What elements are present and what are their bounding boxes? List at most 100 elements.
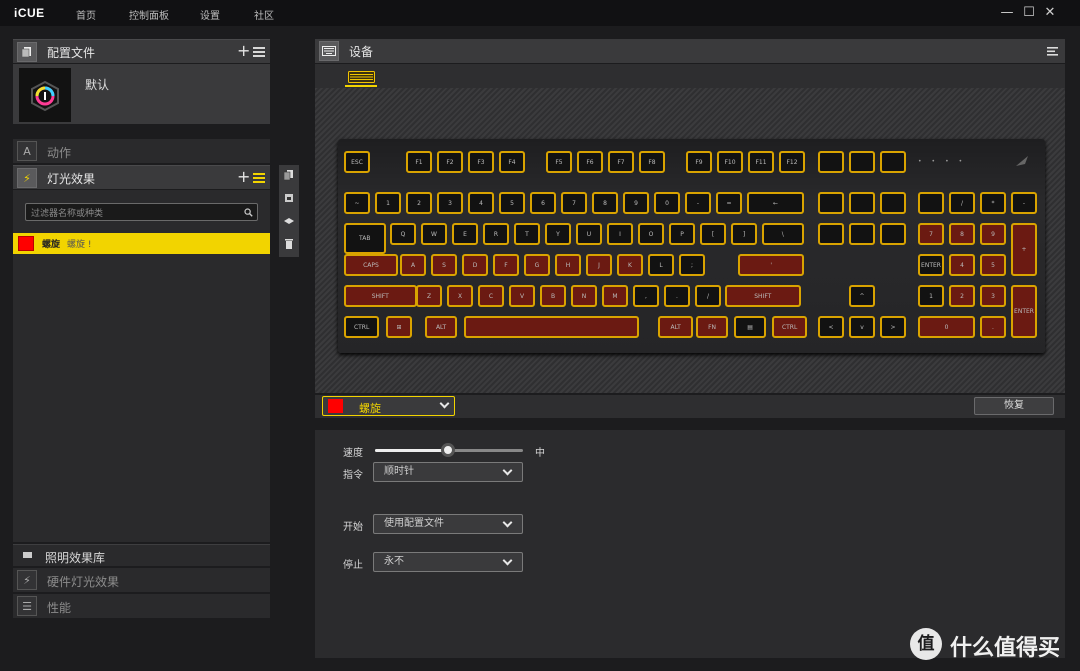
key[interactable]: N: [571, 285, 597, 307]
key[interactable]: X: [447, 285, 473, 307]
key[interactable]: F5: [546, 151, 572, 173]
key[interactable]: [880, 151, 906, 173]
key[interactable]: >: [880, 316, 906, 338]
close-button[interactable]: ✕: [1041, 4, 1059, 22]
key[interactable]: \: [762, 223, 804, 245]
key[interactable]: G: [524, 254, 550, 276]
key[interactable]: F12: [779, 151, 805, 173]
nav-home[interactable]: 首页: [76, 7, 96, 22]
key[interactable]: SHIFT: [725, 285, 801, 307]
key[interactable]: F: [493, 254, 519, 276]
key[interactable]: 8: [949, 223, 975, 245]
key[interactable]: Q: [390, 223, 416, 245]
key[interactable]: +: [1011, 223, 1037, 276]
key[interactable]: ESC: [344, 151, 370, 173]
key[interactable]: [: [700, 223, 726, 245]
key[interactable]: CTRL: [344, 316, 380, 338]
key[interactable]: 2: [406, 192, 432, 214]
key[interactable]: A: [400, 254, 426, 276]
lighting-menu-icon[interactable]: [253, 173, 265, 183]
key[interactable]: 8: [592, 192, 618, 214]
key[interactable]: 4: [468, 192, 494, 214]
start-dropdown[interactable]: 使用配置文件: [373, 514, 523, 534]
key[interactable]: ~: [344, 192, 370, 214]
key[interactable]: [818, 223, 844, 245]
key[interactable]: H: [555, 254, 581, 276]
add-effect-button[interactable]: +: [237, 169, 250, 185]
key[interactable]: -: [1011, 192, 1037, 214]
key[interactable]: L: [648, 254, 674, 276]
key[interactable]: ALT: [658, 316, 694, 338]
key[interactable]: F4: [499, 151, 525, 173]
key[interactable]: C: [478, 285, 504, 307]
key[interactable]: ALT: [425, 316, 458, 338]
key[interactable]: CAPS: [344, 254, 398, 276]
key[interactable]: ENTER: [1011, 285, 1037, 338]
key[interactable]: O: [638, 223, 664, 245]
maximize-button[interactable]: ☐: [1020, 4, 1038, 22]
key[interactable]: v: [849, 316, 875, 338]
key[interactable]: .: [664, 285, 690, 307]
key[interactable]: 0: [654, 192, 680, 214]
key[interactable]: D: [462, 254, 488, 276]
key[interactable]: F9: [686, 151, 712, 173]
key[interactable]: B: [540, 285, 566, 307]
minimize-button[interactable]: —: [998, 4, 1016, 22]
key[interactable]: F3: [468, 151, 494, 173]
key[interactable]: 3: [437, 192, 463, 214]
key[interactable]: ENTER: [918, 254, 944, 276]
key[interactable]: ←: [747, 192, 804, 214]
key[interactable]: Y: [545, 223, 571, 245]
key[interactable]: 5: [980, 254, 1006, 276]
key[interactable]: ;: [679, 254, 705, 276]
key[interactable]: I: [607, 223, 633, 245]
key[interactable]: 6: [530, 192, 556, 214]
key[interactable]: W: [421, 223, 447, 245]
key[interactable]: CTRL: [772, 316, 808, 338]
key[interactable]: E: [452, 223, 478, 245]
key[interactable]: [849, 223, 875, 245]
add-profile-button[interactable]: +: [237, 43, 250, 59]
key[interactable]: [849, 192, 875, 214]
nav-dashboard[interactable]: 控制面板: [129, 7, 169, 22]
nav-settings[interactable]: 设置: [200, 7, 220, 22]
key[interactable]: 9: [980, 223, 1006, 245]
key[interactable]: FN: [696, 316, 729, 338]
key[interactable]: ]: [731, 223, 757, 245]
profile-item-default[interactable]: 默认: [13, 64, 270, 124]
key[interactable]: 9: [623, 192, 649, 214]
key[interactable]: Z: [416, 285, 442, 307]
key[interactable]: [818, 192, 844, 214]
key[interactable]: /: [695, 285, 721, 307]
key[interactable]: J: [586, 254, 612, 276]
key[interactable]: ^: [849, 285, 875, 307]
key[interactable]: K: [617, 254, 643, 276]
key[interactable]: [880, 192, 906, 214]
key[interactable]: 7: [918, 223, 944, 245]
speed-slider-thumb[interactable]: [441, 443, 455, 457]
speed-slider-track[interactable]: [375, 443, 523, 457]
key[interactable]: [849, 151, 875, 173]
key[interactable]: 0: [918, 316, 975, 338]
key[interactable]: U: [576, 223, 602, 245]
key[interactable]: V: [509, 285, 535, 307]
stop-dropdown[interactable]: 永不: [373, 552, 523, 572]
key[interactable]: TAB: [344, 223, 386, 254]
effects-library-row[interactable]: 照明效果库: [13, 544, 270, 566]
key[interactable]: M: [602, 285, 628, 307]
key[interactable]: 1: [375, 192, 401, 214]
key[interactable]: S: [431, 254, 457, 276]
key[interactable]: F2: [437, 151, 463, 173]
key[interactable]: ⊞: [386, 316, 412, 338]
key[interactable]: [918, 192, 944, 214]
key[interactable]: <: [818, 316, 844, 338]
nav-community[interactable]: 社区: [254, 7, 274, 22]
key[interactable]: /: [949, 192, 975, 214]
key[interactable]: F6: [577, 151, 603, 173]
performance-row[interactable]: ☰ 性能: [13, 594, 270, 618]
key[interactable]: P: [669, 223, 695, 245]
key[interactable]: ': [738, 254, 805, 276]
reset-button[interactable]: 恢复: [974, 397, 1054, 415]
key[interactable]: [880, 223, 906, 245]
profiles-menu-icon[interactable]: [253, 47, 265, 57]
